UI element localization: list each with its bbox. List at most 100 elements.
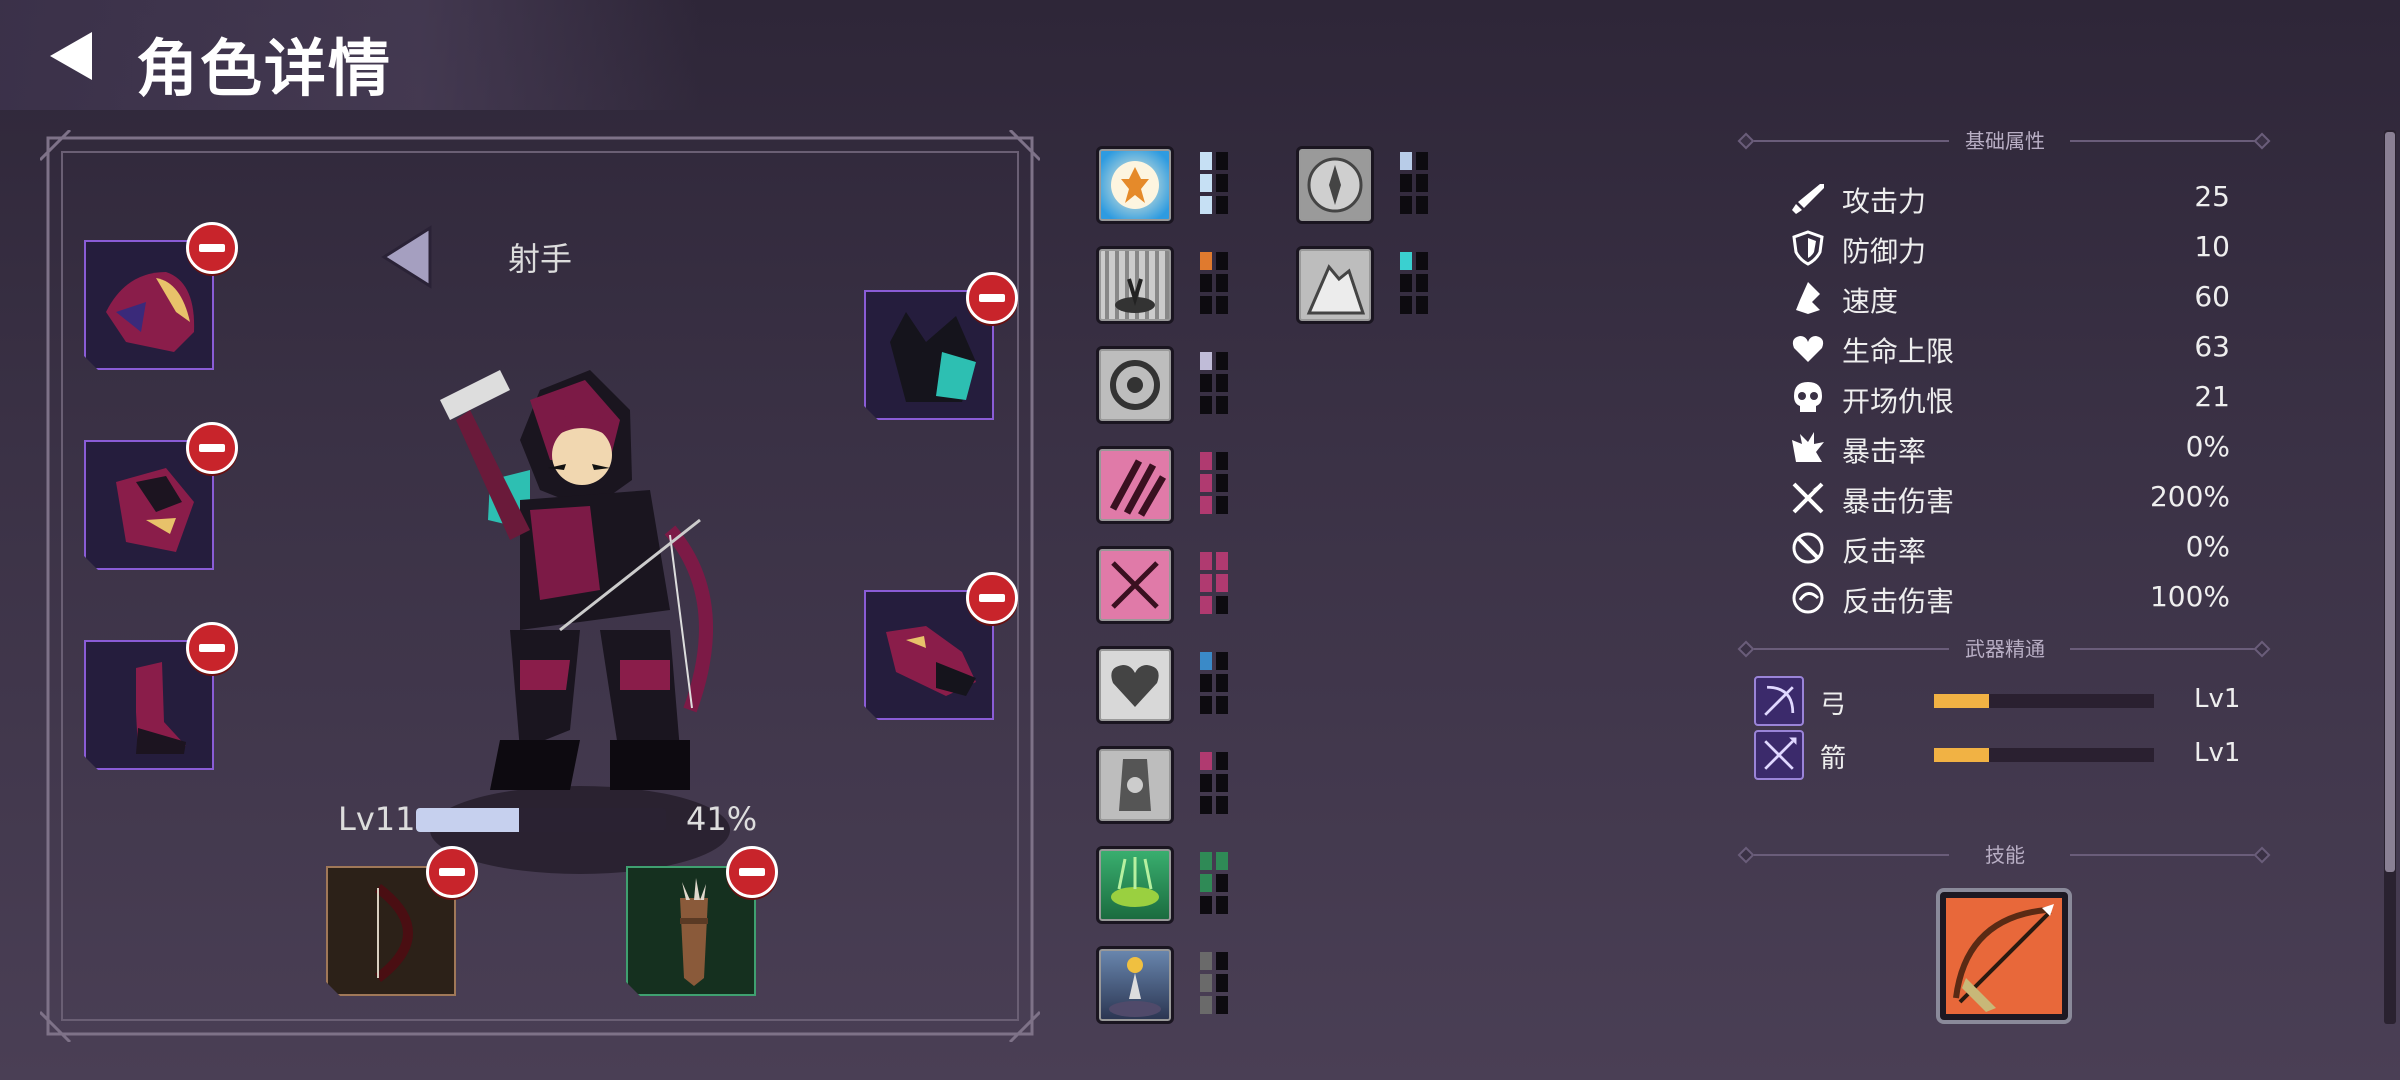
passive-blades-icon[interactable] (1096, 546, 1174, 624)
divider-ornament (1737, 132, 1755, 150)
stat-value: 10 (2194, 230, 2230, 263)
divider-ornament (2253, 846, 2271, 864)
shield-icon (1792, 230, 1824, 266)
stat-row-counter-damage: 反击伤害 100% (1790, 576, 2230, 620)
passive-heart-icon[interactable] (1096, 646, 1174, 724)
heart-icon (1792, 336, 1824, 362)
page-title: 角色详情 (136, 32, 393, 105)
section-title-mastery: 武器精通 (1965, 637, 2045, 661)
scrollbar-thumb[interactable] (2385, 132, 2395, 872)
passive-level-pips (1200, 252, 1232, 316)
mastery-progress-bar (1934, 694, 2154, 708)
crossed-swords-icon (1792, 482, 1824, 514)
stat-label: 开场仇恨 (1842, 385, 1955, 418)
stat-label: 反击伤害 (1842, 585, 1955, 618)
stat-row-crit-damage: 暴击伤害 200% (1790, 476, 2230, 520)
prev-class-button[interactable] (380, 224, 436, 290)
passive-compass-icon[interactable] (1296, 146, 1374, 224)
back-button[interactable] (44, 28, 100, 84)
passive-mountain-icon[interactable] (1296, 246, 1374, 324)
passive-level-pips (1400, 152, 1432, 216)
stat-row-counter-rate: 反击率 0% (1790, 526, 2230, 570)
passive-level-pips (1200, 952, 1232, 1016)
skill-slot[interactable] (1936, 888, 2072, 1024)
weapon-row-bow[interactable]: 弓 Lv1 (1754, 676, 2254, 728)
weapon-label: 箭 (1820, 744, 1847, 774)
section-header-base-attributes: 基础属性 (1737, 126, 2271, 156)
stat-value: 60 (2194, 280, 2230, 313)
stat-row-crit-rate: 暴击率 0% (1790, 426, 2230, 470)
stat-label: 暴击伤害 (1842, 485, 1955, 518)
bow-skill-icon (1946, 898, 2062, 1014)
passive-rain-icon[interactable] (1096, 246, 1174, 324)
character-panel: 射手 Lv11 41% (40, 130, 1040, 1042)
stat-label: 攻击力 (1842, 185, 1927, 218)
remove-helmet-button[interactable] (186, 222, 238, 274)
stat-value: 0% (2185, 430, 2230, 463)
level-label: Lv11 (338, 800, 416, 838)
section-header-skills: 技能 (1737, 840, 2271, 870)
weapon-row-arrow[interactable]: 箭 Lv1 (1754, 730, 2254, 782)
stat-label: 暴击率 (1842, 435, 1927, 468)
stat-value: 200% (2149, 480, 2230, 513)
stat-value: 21 (2194, 380, 2230, 413)
mastery-progress-bar (1934, 748, 2154, 762)
passive-gear-icon[interactable] (1096, 346, 1174, 424)
passive-level-pips (1200, 552, 1232, 616)
passive-level-pips (1200, 852, 1232, 916)
passive-level-pips (1200, 352, 1232, 416)
divider-line (1754, 648, 1949, 650)
divider-ornament (2253, 132, 2271, 150)
mastery-progress-fill (1934, 694, 1989, 708)
weapon-level: Lv1 (2194, 738, 2241, 768)
passive-swamp-icon[interactable] (1096, 846, 1174, 924)
passive-claw-icon[interactable] (1096, 446, 1174, 524)
stat-value: 100% (2149, 580, 2230, 613)
remove-gloves-button[interactable] (966, 572, 1018, 624)
weapon-label: 弓 (1820, 690, 1847, 720)
section-header-weapon-mastery: 武器精通 (1737, 634, 2271, 664)
stat-label: 反击率 (1842, 535, 1927, 568)
divider-line (2070, 648, 2256, 650)
passive-level-pips (1200, 752, 1232, 816)
sword-icon (1792, 184, 1824, 214)
stat-row-aggro: 开场仇恨 21 (1790, 376, 2230, 420)
stat-row-speed: 速度 60 (1790, 276, 2230, 320)
remove-bow-button[interactable] (426, 846, 478, 898)
stat-row-defense: 防御力 10 (1790, 226, 2230, 270)
scrollbar[interactable] (2384, 130, 2396, 1024)
stat-label: 防御力 (1842, 235, 1927, 268)
divider-ornament (2253, 640, 2271, 658)
arrow-mastery-icon (1754, 730, 1804, 780)
stat-row-attack: 攻击力 25 (1790, 176, 2230, 220)
remove-armor-button[interactable] (186, 422, 238, 474)
boot-icon (1796, 282, 1820, 314)
passive-level-pips (1200, 152, 1232, 216)
stat-label: 生命上限 (1842, 335, 1955, 368)
divider-ornament (1737, 846, 1755, 864)
xp-percent: 41% (686, 800, 758, 838)
weapon-level: Lv1 (2194, 684, 2241, 714)
divider-line (1754, 854, 1949, 856)
divider-line (2070, 140, 2256, 142)
stat-value: 25 (2194, 180, 2230, 213)
counter-damage-icon (1792, 582, 1824, 614)
crit-burst-icon (1792, 432, 1824, 462)
stat-label: 速度 (1842, 285, 1899, 318)
stat-value: 63 (2194, 330, 2230, 363)
divider-ornament (1737, 640, 1755, 658)
passive-coin-icon[interactable] (1096, 946, 1174, 1024)
passive-human-icon[interactable] (1096, 146, 1174, 224)
divider-line (1754, 140, 1949, 142)
skull-icon (1794, 382, 1822, 412)
remove-hood-button[interactable] (966, 272, 1018, 324)
remove-quiver-button[interactable] (726, 846, 778, 898)
remove-boots-button[interactable] (186, 622, 238, 674)
xp-bar (416, 808, 666, 832)
class-name: 射手 (508, 240, 573, 278)
passive-totem-icon[interactable] (1096, 746, 1174, 824)
passive-level-pips (1400, 252, 1432, 316)
passive-level-pips (1200, 652, 1232, 716)
divider-line (2070, 854, 2256, 856)
mastery-progress-fill (1934, 748, 1989, 762)
